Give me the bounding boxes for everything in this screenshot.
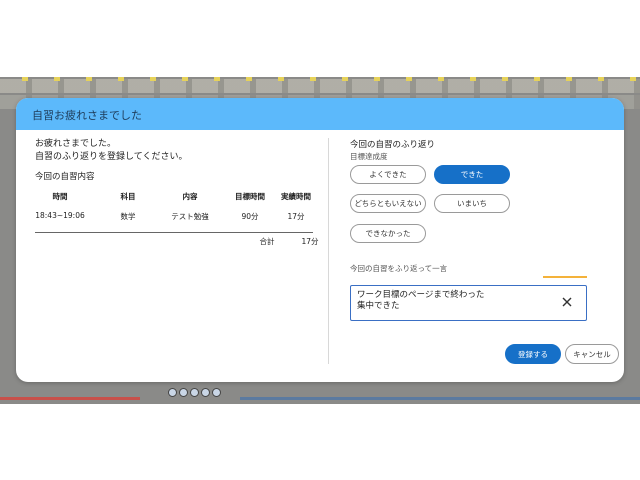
table-cell-time: 18:43~19:06 — [35, 211, 85, 220]
pane-divider — [328, 138, 329, 364]
toolbar-icon — [179, 388, 188, 397]
table-cell-subject: 数学 — [120, 212, 136, 221]
comment-label: 今回の自習をふり返って一言 — [350, 264, 448, 273]
dialog-header: 自習お疲れさまでした — [16, 98, 624, 130]
option-very-good[interactable]: よくできた — [350, 165, 426, 184]
background-decoration — [0, 79, 640, 93]
background-decoration — [534, 77, 540, 81]
greeting-line: お疲れさまでした。 — [35, 139, 117, 149]
background-decoration — [566, 77, 572, 81]
toolbar-icon — [190, 388, 199, 397]
option-not-great[interactable]: いまいち — [434, 194, 510, 213]
achievement-label: 目標達成度 — [350, 152, 388, 161]
table-header-subject: 科目 — [120, 192, 136, 201]
toolbar-icon — [212, 388, 221, 397]
table-header-time: 時間 — [52, 192, 68, 201]
option-could-not[interactable]: できなかった — [350, 224, 426, 243]
reflection-dialog: 自習お疲れさまでした お疲れさまでした。 自習のふり返りを登録してください。 今… — [16, 98, 624, 382]
background-decoration — [22, 77, 28, 81]
background-decoration — [118, 77, 124, 81]
table-header-content: 内容 — [182, 192, 198, 201]
option-neutral[interactable]: どちらともいえない — [350, 194, 426, 213]
option-good[interactable]: できた — [434, 165, 510, 184]
cancel-button[interactable]: キャンセル — [565, 344, 619, 364]
total-value: 17分 — [301, 237, 319, 246]
dialog-title: 自習お疲れさまでした — [32, 109, 142, 122]
greeting-text: お疲れさまでした。 自習のふり返りを登録してください。 — [35, 138, 187, 164]
background-decoration — [598, 77, 604, 81]
close-icon[interactable] — [560, 295, 574, 309]
comment-text[interactable]: ワーク目標のページまで終わった 集中できた — [357, 290, 484, 312]
table-cell-actual-time: 17分 — [287, 212, 305, 221]
accent-line — [543, 276, 587, 278]
background-decoration — [470, 77, 476, 81]
background-decoration — [0, 397, 140, 400]
table-cell-target-time: 90分 — [241, 212, 259, 221]
background-decoration — [182, 77, 188, 81]
comment-input[interactable]: ワーク目標のページまで終わった 集中できた — [350, 285, 587, 321]
background-decoration — [246, 77, 252, 81]
greeting-line: 自習のふり返りを登録してください。 — [35, 152, 188, 162]
background-decoration — [54, 77, 60, 81]
background-decoration — [278, 77, 284, 81]
background-decoration — [214, 77, 220, 81]
toolbar-icon — [201, 388, 210, 397]
background-decoration — [240, 397, 640, 400]
table-divider — [35, 232, 313, 233]
background-decoration — [310, 77, 316, 81]
reflection-section-title: 今回の自習のふり返り — [350, 140, 436, 150]
table-header-actual-time: 実績時間 — [281, 192, 311, 201]
table-header-target-time: 目標時間 — [235, 192, 265, 201]
background-decoration — [374, 77, 380, 81]
toolbar-icon — [168, 388, 177, 397]
background-footer — [0, 395, 640, 404]
background-decoration — [502, 77, 508, 81]
register-button[interactable]: 登録する — [505, 344, 561, 364]
background-toolbar — [168, 388, 221, 397]
session-section-title: 今回の自習内容 — [35, 172, 95, 182]
background-decoration — [342, 77, 348, 81]
background-decoration — [86, 77, 92, 81]
background-decoration — [406, 77, 412, 81]
background-decoration — [150, 77, 156, 81]
app-viewport: 自習お疲れさまでした お疲れさまでした。 自習のふり返りを登録してください。 今… — [0, 0, 640, 480]
background-decoration — [630, 77, 636, 81]
total-label: 合計 — [259, 237, 275, 246]
background-decoration — [438, 77, 444, 81]
table-cell-content: テスト勉強 — [171, 212, 209, 221]
